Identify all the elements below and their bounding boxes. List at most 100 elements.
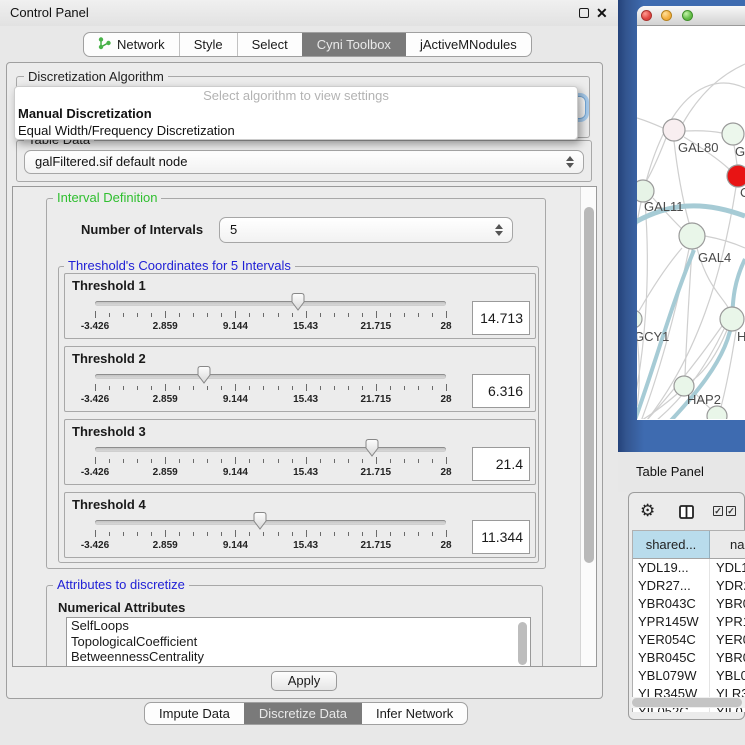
slider-tick <box>165 311 166 318</box>
gear-icon[interactable]: ⚙ <box>640 502 655 519</box>
column-header-name[interactable]: na <box>710 531 745 558</box>
attribute-list-item[interactable]: SelfLoops <box>67 618 530 634</box>
slider-thumb[interactable] <box>196 365 212 385</box>
tab-cyni-toolbox[interactable]: Cyni Toolbox <box>302 33 405 56</box>
table-row[interactable]: YDL19...YDL1 <box>633 559 745 577</box>
node-label-H: H <box>737 329 745 344</box>
threshold-label: Threshold 2 <box>72 351 146 366</box>
slider-tick <box>362 386 363 390</box>
cell-shared-name[interactable]: YBL079W <box>633 667 710 685</box>
table-row[interactable]: YBR045CYBR0 <box>633 649 745 667</box>
network-edge[interactable] <box>637 118 663 128</box>
H-node[interactable] <box>720 307 744 331</box>
network-graph[interactable]: GAL80GCGAL11GAL4GCY1HHAP2 <box>637 26 745 419</box>
apply-button[interactable]: Apply <box>271 671 337 691</box>
slider-tick <box>207 386 208 390</box>
tab-style[interactable]: Style <box>179 33 237 56</box>
slider-tick <box>221 386 222 390</box>
table-horizontal-scrollbar[interactable] <box>631 697 745 708</box>
table-data-combobox[interactable]: galFiltered.sif default node <box>24 150 584 174</box>
table-row[interactable]: YBR043CYBR0 <box>633 595 745 613</box>
threshold-value-field[interactable]: 6.316 <box>472 374 530 408</box>
dropdown-placeholder-item[interactable]: Select algorithm to view settings <box>15 87 577 105</box>
network-canvas[interactable]: GAL80GCGAL11GAL4GCY1HHAP2 <box>637 26 745 419</box>
slider-tick <box>432 313 433 317</box>
network-edge[interactable] <box>647 138 666 180</box>
zoom-traffic-light-icon[interactable] <box>682 10 693 21</box>
dropdown-option-manual[interactable]: Manual Discretization <box>15 105 577 122</box>
slider-thumb[interactable] <box>290 292 306 312</box>
table-row[interactable]: YER054CYER0 <box>633 631 745 649</box>
numerical-attributes-list[interactable]: SelfLoopsTopologicalCoefficientBetweenne… <box>66 617 531 667</box>
tab-infer-network[interactable]: Infer Network <box>361 703 467 724</box>
slider-track[interactable] <box>95 447 446 452</box>
slider-tick <box>404 459 405 463</box>
slider-thumb[interactable] <box>252 511 268 531</box>
table-row[interactable]: YDR27...YDR2 <box>633 577 745 595</box>
tab-label: Discretize Data <box>259 706 347 721</box>
red-node[interactable] <box>727 165 745 187</box>
float-window-icon[interactable] <box>579 8 589 18</box>
slider-tick <box>320 313 321 317</box>
cell-shared-name[interactable]: YPR145W <box>633 613 710 631</box>
threshold-value-field[interactable]: 11.344 <box>472 520 530 554</box>
attribute-list-item[interactable]: TopologicalCoefficient <box>67 634 530 650</box>
tab-network[interactable]: Network <box>84 33 179 56</box>
cell-name[interactable]: YDR2 <box>710 577 745 595</box>
settings-scrollbar[interactable] <box>580 187 596 666</box>
slider-track[interactable] <box>95 520 446 525</box>
checkbox-icon[interactable]: ✓ <box>726 506 736 516</box>
table-panel-title: Table Panel <box>636 452 704 492</box>
cell-shared-name[interactable]: YBR043C <box>633 595 710 613</box>
G-node[interactable] <box>722 123 744 145</box>
number-of-intervals-spinner[interactable]: 5 <box>219 217 513 243</box>
cell-shared-name[interactable]: YER054C <box>633 631 710 649</box>
table-hscrollbar-thumb[interactable] <box>632 698 742 707</box>
settings-scrollbar-thumb[interactable] <box>584 207 594 563</box>
cell-name[interactable]: YBR0 <box>710 649 745 667</box>
tab-label: Network <box>117 37 165 52</box>
slider-tick <box>404 313 405 317</box>
tab-jactivemnodules[interactable]: jActiveMNodules <box>405 33 531 56</box>
cell-shared-name[interactable]: YDL19... <box>633 559 710 577</box>
slider-track[interactable] <box>95 374 446 379</box>
threshold-value-field[interactable]: 21.4 <box>472 447 530 481</box>
threshold-value-field[interactable]: 14.713 <box>472 301 530 335</box>
network-window-titlebar[interactable] <box>637 6 745 26</box>
slider-track[interactable] <box>95 301 446 306</box>
minimize-traffic-light-icon[interactable] <box>661 10 672 21</box>
table-row[interactable]: YPR145WYPR1 <box>633 613 745 631</box>
slider-thumb[interactable] <box>364 438 380 458</box>
network-edge[interactable] <box>685 131 722 133</box>
cell-name[interactable]: YBL0 <box>710 667 745 685</box>
list-scrollbar-thumb[interactable] <box>518 622 527 665</box>
close-icon[interactable]: ✕ <box>596 3 608 23</box>
close-traffic-light-icon[interactable] <box>641 10 652 21</box>
columns-icon[interactable] <box>679 505 694 522</box>
slider-tick <box>404 386 405 390</box>
GCY1-node[interactable] <box>637 310 642 328</box>
checkbox-icon[interactable]: ✓ <box>713 506 723 516</box>
slider-tick <box>137 386 138 390</box>
tab-impute-data[interactable]: Impute Data <box>145 703 244 724</box>
tick-label: -3.426 <box>81 321 109 332</box>
numerical-attributes-label: Numerical Attributes <box>58 600 185 615</box>
GAL4-node[interactable] <box>679 223 705 249</box>
tab-discretize-data[interactable]: Discretize Data <box>244 703 361 724</box>
cell-shared-name[interactable]: YBR045C <box>633 649 710 667</box>
cell-name[interactable]: YER0 <box>710 631 745 649</box>
cell-name[interactable]: YBR0 <box>710 595 745 613</box>
GAL80-node[interactable] <box>663 119 685 141</box>
slider-tick <box>95 457 96 464</box>
table-row[interactable]: YBL079WYBL0 <box>633 667 745 685</box>
network-edge[interactable] <box>683 64 745 123</box>
column-header-shared-name[interactable]: shared... <box>633 531 710 558</box>
tab-select[interactable]: Select <box>237 33 302 56</box>
slider-tick <box>95 311 96 318</box>
cell-shared-name[interactable]: YDR27... <box>633 577 710 595</box>
attribute-list-item[interactable]: BetweennessCentrality <box>67 649 530 665</box>
dropdown-option-equal-width[interactable]: Equal Width/Frequency Discretization <box>15 122 577 139</box>
cell-name[interactable]: YDL1 <box>710 559 745 577</box>
cell-name[interactable]: YPR1 <box>710 613 745 631</box>
threshold-label: Threshold 1 <box>72 278 146 293</box>
